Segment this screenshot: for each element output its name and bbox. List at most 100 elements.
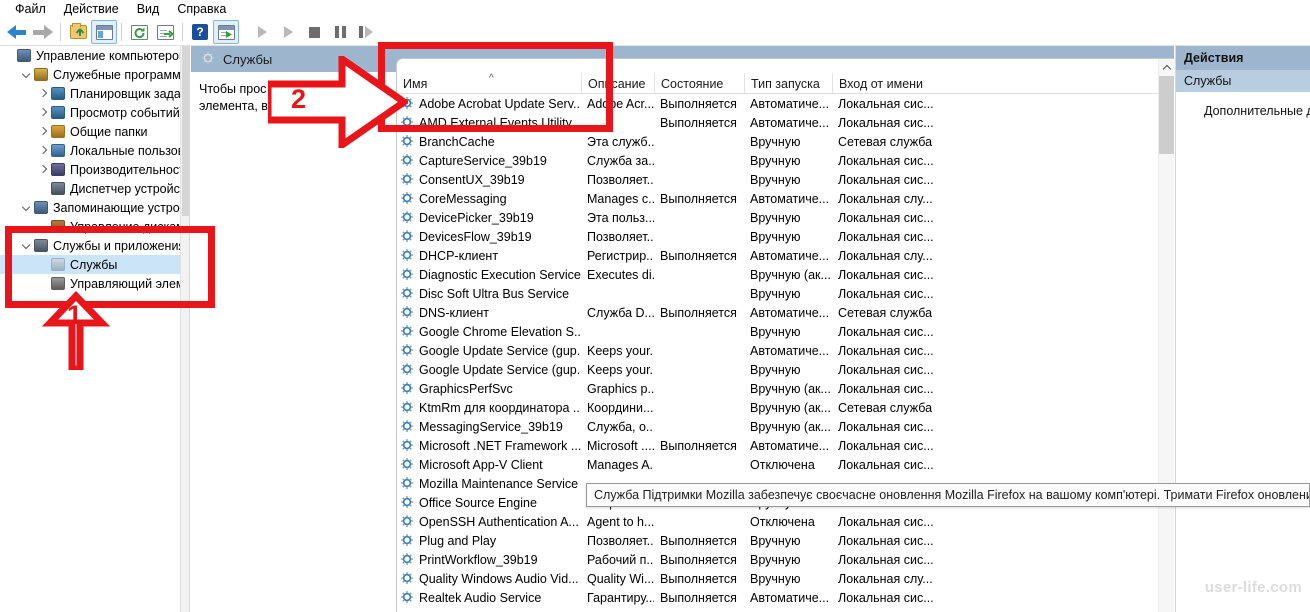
cell-name: GraphicsPerfSvc xyxy=(419,381,513,396)
cell-name: AMD External Events Utility xyxy=(419,115,572,130)
computer-icon xyxy=(16,48,33,64)
tree-item-1[interactable]: Служебные программы xyxy=(0,65,189,84)
table-row[interactable]: Disc Soft Ultra Bus Service Вручную Локаль… xyxy=(397,284,1174,303)
tree-expander-2[interactable] xyxy=(36,88,50,99)
table-row[interactable]: GraphicsPerfSvc Graphics p... Вручную (ак.… xyxy=(397,379,1174,398)
tree-item-0[interactable]: Управление компьютером (л xyxy=(0,46,189,65)
export-list-button[interactable] xyxy=(152,20,178,44)
table-row[interactable]: PrintWorkflow_39b19 Рабочий п... Выполняет… xyxy=(397,550,1174,569)
column-header-1[interactable]: Описание xyxy=(581,73,654,94)
menu-help[interactable]: Справка xyxy=(168,1,235,18)
table-row[interactable]: Adobe Acrobat Update Serv... Adobe Acr...… xyxy=(397,94,1174,113)
show-action-pane-button[interactable] xyxy=(213,20,239,44)
tab-services[interactable]: Службы xyxy=(201,46,272,72)
tree-item-7[interactable]: Диспетчер устройств xyxy=(0,179,189,198)
table-row[interactable]: AMD External Events Utility Выполняется Ав… xyxy=(397,113,1174,132)
resume-service-button[interactable] xyxy=(275,20,301,44)
tree-item-label: Службы и приложения xyxy=(53,238,186,253)
table-row[interactable]: DNS-клиент Служба D... Выполняется Автомати… xyxy=(397,303,1174,322)
list-scrollbar-thumb[interactable] xyxy=(1159,76,1174,154)
table-row[interactable]: KtmRm для координатора ... Координи... Вру… xyxy=(397,398,1174,417)
column-header-3[interactable]: Тип запуска xyxy=(744,73,832,94)
tree-scrollbar-thumb[interactable] xyxy=(182,46,189,216)
tree-item-2[interactable]: Планировщик заданий xyxy=(0,84,189,103)
tree-item-label: Управляющий элемен xyxy=(70,276,187,291)
cell-description: Эта польз... xyxy=(587,210,654,225)
tree-item-9[interactable]: Управление дисками xyxy=(0,217,189,236)
table-row[interactable]: DHCP-клиент Регистрир... Выполняется Автома… xyxy=(397,246,1174,265)
table-row[interactable]: Realtek Audio Service Гарантиру... Выполня… xyxy=(397,588,1174,607)
list-vertical-scrollbar[interactable] xyxy=(1158,59,1174,612)
cell-name: DNS-клиент xyxy=(419,305,490,320)
stop-service-button[interactable] xyxy=(301,20,327,44)
actions-more-actions[interactable]: Дополнительные д xyxy=(1176,100,1310,122)
cell-startup-type: Вручную xyxy=(750,324,801,339)
tree-item-10[interactable]: Службы и приложения xyxy=(0,236,189,255)
menu-view[interactable]: Вид xyxy=(128,1,169,18)
tree-item-label: Диспетчер устройств xyxy=(70,181,187,196)
tree-expander-5[interactable] xyxy=(36,145,50,156)
table-row[interactable]: Microsoft .NET Framework ... Microsoft ..… xyxy=(397,436,1174,455)
tree-expander-6[interactable] xyxy=(36,164,50,175)
cell-description: Гарантиру... xyxy=(587,590,654,605)
restart-service-button[interactable] xyxy=(353,20,379,44)
tree-expander-10[interactable] xyxy=(19,240,33,251)
actions-group-services[interactable]: Службы xyxy=(1176,70,1310,92)
tree-item-6[interactable]: Производительность xyxy=(0,160,189,179)
pause-service-button[interactable] xyxy=(327,20,353,44)
table-row[interactable]: ConsentUX_39b19 Позволяет... Вручную Локаль… xyxy=(397,170,1174,189)
table-row[interactable]: Diagnostic Execution Service Executes di.… xyxy=(397,265,1174,284)
services-icon xyxy=(50,257,67,273)
tree-item-3[interactable]: Просмотр событий xyxy=(0,103,189,122)
services-apps-icon xyxy=(33,238,50,254)
start-service-button[interactable] xyxy=(249,20,275,44)
table-row[interactable]: Microsoft App-V Client Manages A... Отключ… xyxy=(397,455,1174,474)
column-header-4[interactable]: Вход от имени xyxy=(832,73,952,94)
cell-state: Выполняется xyxy=(660,571,737,586)
cell-state: Выполняется xyxy=(660,115,737,130)
menu-action[interactable]: Действие xyxy=(55,1,128,18)
cell-startup-type: Автоматиче... xyxy=(750,96,830,111)
table-row[interactable]: BranchCache Эта служб... Вручную Сетевая сл… xyxy=(397,132,1174,151)
up-one-level-button[interactable] xyxy=(65,20,91,44)
scroll-up-button[interactable] xyxy=(1159,59,1174,76)
cell-description: Adobe Acr... xyxy=(587,96,654,111)
table-row[interactable]: Google Chrome Elevation S... Вручную Локал… xyxy=(397,322,1174,341)
refresh-button[interactable] xyxy=(126,20,152,44)
tree-item-11[interactable]: Службы xyxy=(0,255,189,274)
tree-item-12[interactable]: Управляющий элемен xyxy=(0,274,189,293)
forward-button[interactable] xyxy=(30,20,56,44)
tree-item-8[interactable]: Запоминающие устройст xyxy=(0,198,189,217)
menu-file[interactable]: Файл xyxy=(6,1,55,18)
cell-name: CoreMessaging xyxy=(419,191,507,206)
table-row[interactable]: Google Update Service (gup... Keeps your.… xyxy=(397,341,1174,360)
tree-expander-1[interactable] xyxy=(19,69,33,80)
console-tree-icon xyxy=(95,24,113,40)
table-row[interactable]: OpenSSH Authentication A... Agent to h...… xyxy=(397,512,1174,531)
table-row[interactable]: Plug and Play Позволяет... Выполняется Вруч… xyxy=(397,531,1174,550)
cell-startup-type: Автоматиче... xyxy=(750,438,830,453)
column-header-2[interactable]: Состояние xyxy=(654,73,744,94)
table-row[interactable]: DevicesFlow_39b19 Позволяет... Вручную Лока… xyxy=(397,227,1174,246)
tree-item-5[interactable]: Локальные пользовате xyxy=(0,141,189,160)
cell-state: Выполняется xyxy=(660,96,737,111)
show-console-tree-button[interactable] xyxy=(91,20,117,44)
back-button[interactable] xyxy=(4,20,30,44)
table-row[interactable]: CaptureService_39b19 Служба за... Вручную Л… xyxy=(397,151,1174,170)
table-row[interactable]: Quality Windows Audio Vid... Quality Wi..… xyxy=(397,569,1174,588)
cell-logon-as: Локальная сис... xyxy=(838,229,934,244)
tree-vertical-scrollbar[interactable] xyxy=(180,46,189,612)
tree-expander-8[interactable] xyxy=(19,202,33,213)
table-row[interactable]: CoreMessaging Manages c... Выполняется Авто… xyxy=(397,189,1174,208)
help-button[interactable]: ? xyxy=(187,20,213,44)
tree-item-4[interactable]: Общие папки xyxy=(0,122,189,141)
table-row[interactable]: DevicePicker_39b19 Эта польз... Вручную Лок… xyxy=(397,208,1174,227)
cell-name: Disc Soft Ultra Bus Service xyxy=(419,286,570,301)
table-row[interactable]: MessagingService_39b19 Служба, о... Вручну… xyxy=(397,417,1174,436)
tree-expander-3[interactable] xyxy=(36,107,50,118)
tree-expander-4[interactable] xyxy=(36,126,50,137)
services-rows: Adobe Acrobat Update Serv... Adobe Acr...… xyxy=(397,94,1174,612)
toolbar-separator-2 xyxy=(121,23,122,41)
cell-logon-as: Локальная сис... xyxy=(838,457,934,472)
table-row[interactable]: Google Update Service (gup... Keeps your.… xyxy=(397,360,1174,379)
